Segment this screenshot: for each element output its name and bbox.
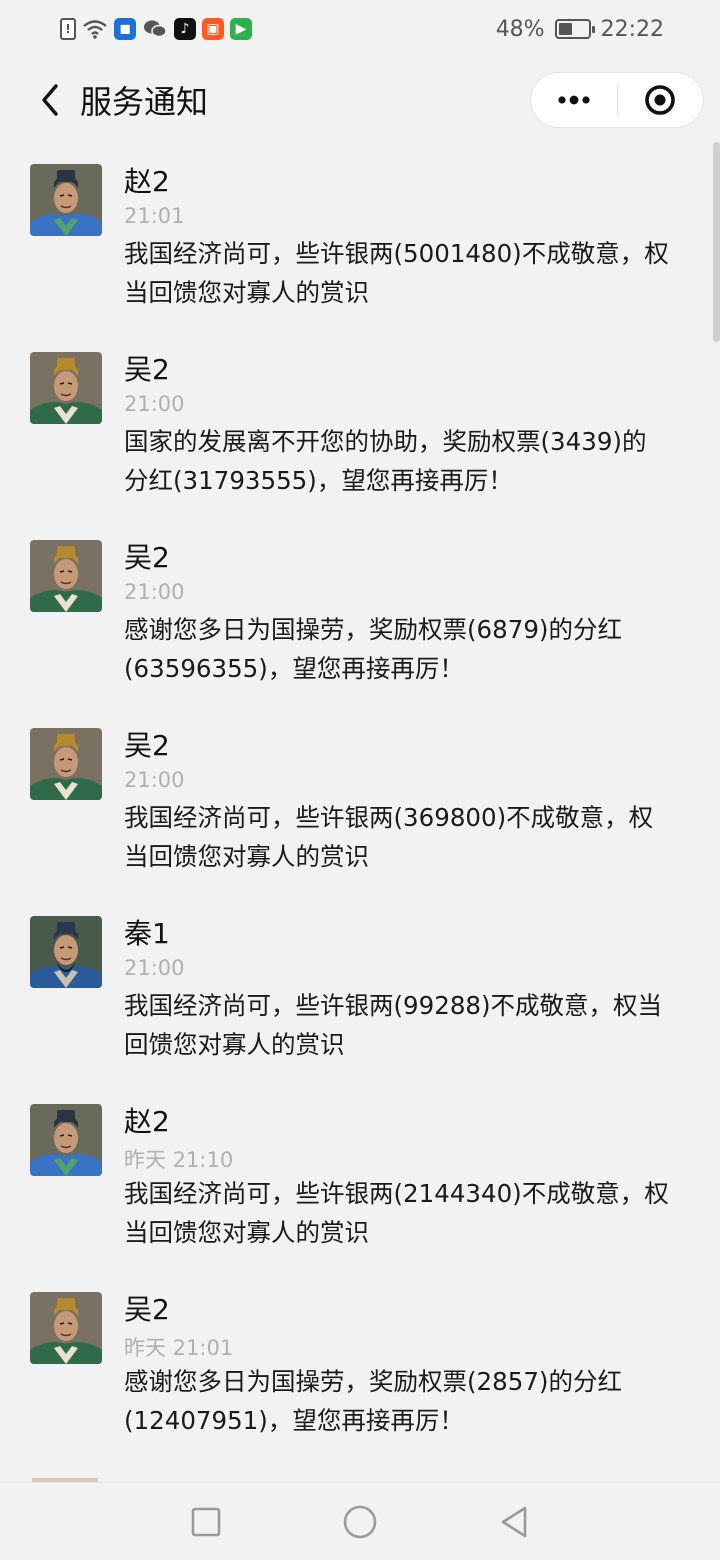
more-button[interactable] xyxy=(531,73,617,127)
navigation-bar: 服务通知 xyxy=(0,58,720,142)
message-text: 我国经济尚可，些许银两(2144340)不成敬意，权当回馈您对寡人的赏识 xyxy=(124,1179,669,1247)
message-text: 感谢您多日为国操劳，奖励权票(6879)的分红(63596355)，望您再接再厉… xyxy=(124,615,622,683)
message-sender: 吴2 xyxy=(124,1293,170,1326)
message-item[interactable]: 吴2 21:00 感谢您多日为国操劳，奖励权票(6879)的分红(63596355)… xyxy=(0,518,720,706)
message-time: 21:00 xyxy=(124,956,185,980)
avatar-qin[interactable] xyxy=(30,916,102,988)
message-text: 我国经济尚可，些许银两(369800)不成敬意，权当回馈您对寡人的赏识 xyxy=(124,803,654,871)
message-sender: 秦1 xyxy=(124,917,170,950)
message-text: 我国经济尚可，些许银两(5001480)不成敬意，权当回馈您对寡人的赏识 xyxy=(124,239,669,307)
message-time: 21:01 xyxy=(124,204,185,228)
avatar-wu[interactable] xyxy=(30,352,102,424)
message-item[interactable]: 吴2 21:00 国家的发展离不开您的协助，奖励权票(3439)的分红(317935… xyxy=(0,330,720,518)
home-button[interactable] xyxy=(332,1494,388,1550)
avatar-zhao[interactable] xyxy=(30,1104,102,1176)
more-dots-icon xyxy=(558,95,590,105)
status-bar: ! ◼ ♪ ▣ ▶ 48% 22:22 xyxy=(0,0,720,58)
back-button[interactable] xyxy=(20,70,80,130)
wechat-icon xyxy=(144,20,167,38)
message-item[interactable]: 赵2 21:01 我国经济尚可，些许银两(5001480)不成敬意，权当回馈您对寡人… xyxy=(0,142,720,330)
message-text: 感谢您多日为国操劳，奖励权票(2857)的分红(12407951)，望您再接再厉… xyxy=(124,1367,622,1435)
shield-app-icon: ◼ xyxy=(114,18,136,40)
message-time: 21:00 xyxy=(124,580,185,604)
message-sender: 吴2 xyxy=(124,729,170,762)
message-item[interactable]: 赵2 昨天 21:10 我国经济尚可，些许银两(2144340)不成敬意，权当回馈您… xyxy=(0,1082,720,1270)
message-sender: 吴2 xyxy=(124,541,170,574)
avatar-zhao[interactable] xyxy=(30,164,102,236)
triangle-back-icon xyxy=(501,1506,527,1537)
notification-icons: ! ◼ ♪ ▣ ▶ xyxy=(60,18,252,40)
message-text: 我国经济尚可，些许银两(99288)不成敬意，权当回馈您对寡人的赏识 xyxy=(124,991,663,1059)
orange-app-icon: ▣ xyxy=(202,18,224,40)
message-time: 昨天 21:10 xyxy=(124,1148,234,1172)
mini-program-capsule xyxy=(530,72,704,128)
clock: 22:22 xyxy=(600,16,664,42)
message-sender: 吴2 xyxy=(124,353,170,386)
message-time: 昨天 21:01 xyxy=(124,1336,234,1360)
system-navigation-bar xyxy=(0,1482,720,1560)
sim-alert-icon: ! xyxy=(60,18,76,40)
chevron-left-icon xyxy=(42,84,58,116)
battery-percent: 48% xyxy=(495,16,545,42)
message-item[interactable]: 吴2 21:00 我国经济尚可，些许银两(369800)不成敬意，权当回馈您对寡人的… xyxy=(0,706,720,894)
avatar-wu[interactable] xyxy=(30,1292,102,1364)
message-time: 21:00 xyxy=(124,392,185,416)
system-back-button[interactable] xyxy=(486,1494,542,1550)
message-list[interactable]: 赵2 21:01 我国经济尚可，些许银两(5001480)不成敬意，权当回馈您对寡人… xyxy=(0,142,720,1482)
recents-button[interactable] xyxy=(178,1494,234,1550)
target-close-icon xyxy=(645,85,676,115)
page-title: 服务通知 xyxy=(80,83,209,121)
circle-home-icon xyxy=(343,1505,377,1538)
message-item[interactable]: 秦1 21:00 我国经济尚可，些许银两(99288)不成敬意，权当回馈您对寡人的赏… xyxy=(0,894,720,1082)
message-item[interactable]: 吴2 昨天 21:01 感谢您多日为国操劳，奖励权票(2857)的分红(124079… xyxy=(0,1270,720,1458)
square-recents-icon xyxy=(191,1507,221,1536)
avatar-wu[interactable] xyxy=(30,540,102,612)
message-sender: 赵2 xyxy=(124,1105,170,1138)
message-time: 21:00 xyxy=(124,768,185,792)
message-text: 国家的发展离不开您的协助，奖励权票(3439)的分红(31793555)，望您再… xyxy=(124,427,647,495)
message-sender: 赵2 xyxy=(124,165,170,198)
wifi-icon xyxy=(83,20,107,39)
tiktok-icon: ♪ xyxy=(174,18,196,40)
close-button[interactable] xyxy=(618,73,704,127)
scrollbar[interactable] xyxy=(713,142,720,342)
battery-icon xyxy=(554,19,595,39)
battery-fill xyxy=(558,23,572,35)
avatar-wu[interactable] xyxy=(30,728,102,800)
video-app-icon: ▶ xyxy=(230,18,252,40)
